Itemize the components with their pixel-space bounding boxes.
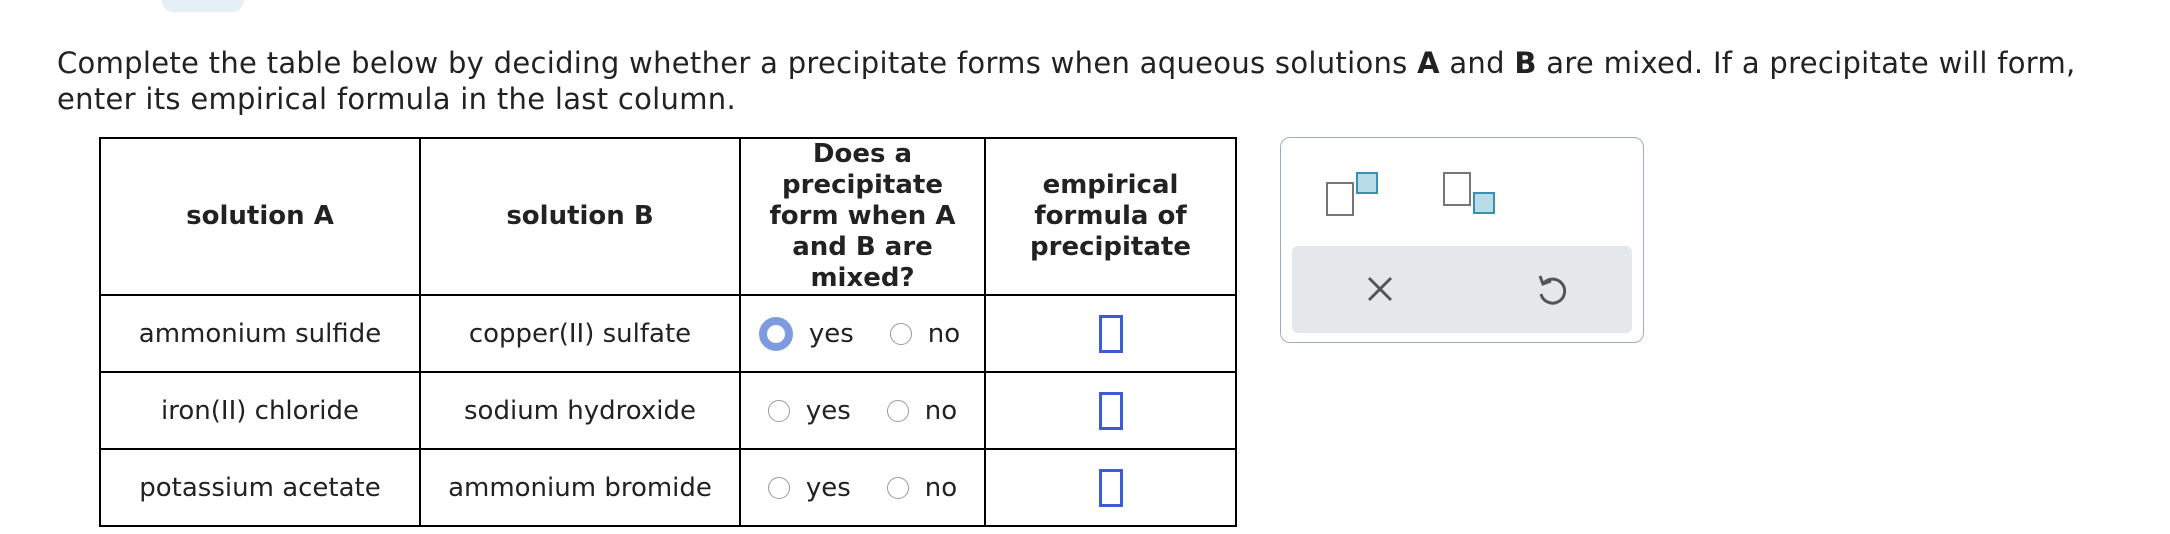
cell-precipitate-choice: yes no bbox=[739, 448, 986, 527]
cell-formula bbox=[984, 294, 1237, 373]
header-solution-a: solution A bbox=[99, 137, 421, 296]
no-label: no bbox=[927, 318, 961, 349]
table-row: iron(II) chloride sodium hydroxide yes n… bbox=[99, 371, 1237, 450]
cell-precipitate-choice: yes no bbox=[739, 371, 986, 450]
cell-solution-a: ammonium sulfide bbox=[99, 294, 421, 373]
no-option[interactable]: no bbox=[889, 318, 961, 349]
no-radio[interactable] bbox=[889, 322, 912, 345]
cell-precipitate-choice: yes no bbox=[739, 294, 986, 373]
formula-input[interactable] bbox=[1098, 391, 1123, 430]
yes-radio[interactable] bbox=[767, 476, 790, 499]
prompt-text: and bbox=[1439, 46, 1515, 80]
superscript-icon[interactable] bbox=[1326, 172, 1378, 218]
question-prompt: Complete the table below by deciding whe… bbox=[57, 45, 2137, 117]
prompt-bold-b: B bbox=[1514, 46, 1537, 80]
precipitate-radio-group: yes no bbox=[741, 473, 984, 503]
prompt-bold-a: A bbox=[1417, 46, 1440, 80]
yes-option[interactable]: yes bbox=[758, 316, 854, 351]
table-header-row: solution A solution B Does a precipitate… bbox=[99, 137, 1237, 296]
header-empirical-formula: empirical formula of precipitate bbox=[984, 137, 1237, 296]
precipitate-radio-group: yes no bbox=[741, 316, 984, 351]
prompt-text: Complete the table below by deciding whe… bbox=[57, 46, 1418, 80]
no-option[interactable]: no bbox=[886, 395, 958, 426]
yes-radio[interactable] bbox=[758, 316, 793, 351]
header-precipitate-question: Does a precipitate form when A and B are… bbox=[739, 137, 986, 296]
no-radio[interactable] bbox=[886, 476, 909, 499]
no-label: no bbox=[924, 395, 958, 426]
subscript-icon[interactable] bbox=[1443, 172, 1499, 218]
answer-tools-panel bbox=[1280, 137, 1644, 343]
yes-label: yes bbox=[805, 472, 851, 503]
yes-option[interactable]: yes bbox=[767, 472, 851, 503]
table-row: ammonium sulfide copper(II) sulfate yes … bbox=[99, 294, 1237, 373]
cell-solution-b: sodium hydroxide bbox=[419, 371, 741, 450]
action-bar bbox=[1292, 246, 1632, 333]
formula-input[interactable] bbox=[1098, 314, 1123, 353]
yes-label: yes bbox=[805, 395, 851, 426]
header-solution-b: solution B bbox=[419, 137, 741, 296]
tool-row bbox=[1281, 138, 1643, 246]
cell-solution-b: ammonium bromide bbox=[419, 448, 741, 527]
yes-option[interactable]: yes bbox=[767, 395, 851, 426]
precipitate-table: solution A solution B Does a precipitate… bbox=[99, 137, 1237, 527]
yes-label: yes bbox=[808, 318, 854, 349]
cell-solution-a: potassium acetate bbox=[99, 448, 421, 527]
no-radio[interactable] bbox=[886, 399, 909, 422]
cell-formula bbox=[984, 371, 1237, 450]
formula-input[interactable] bbox=[1098, 468, 1123, 507]
no-option[interactable]: no bbox=[886, 472, 958, 503]
top-tab-indicator bbox=[162, 0, 244, 12]
clear-icon[interactable] bbox=[1357, 266, 1403, 312]
cell-formula bbox=[984, 448, 1237, 527]
undo-icon[interactable] bbox=[1529, 266, 1575, 312]
precipitate-radio-group: yes no bbox=[741, 396, 984, 426]
no-label: no bbox=[924, 472, 958, 503]
cell-solution-a: iron(II) chloride bbox=[99, 371, 421, 450]
table-row: potassium acetate ammonium bromide yes n… bbox=[99, 448, 1237, 527]
cell-solution-b: copper(II) sulfate bbox=[419, 294, 741, 373]
yes-radio[interactable] bbox=[767, 399, 790, 422]
